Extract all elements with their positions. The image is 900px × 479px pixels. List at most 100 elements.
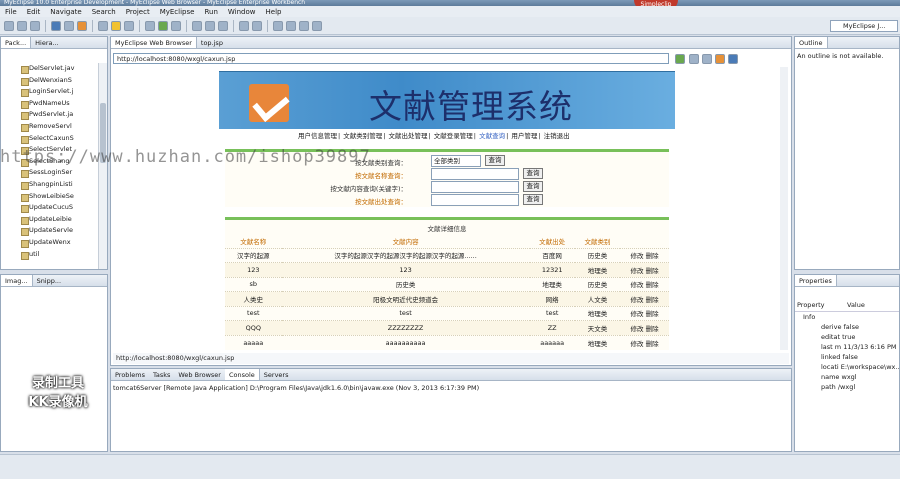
tab-servers[interactable]: Servers — [260, 369, 293, 380]
tree-item[interactable]: UpdateCucuS — [1, 202, 99, 214]
tree-item[interactable]: SelectCaxunS — [1, 133, 99, 145]
tab-hierarchy[interactable]: Hiera... — [31, 37, 63, 48]
perspective-switcher[interactable]: MyEclipse J... — [830, 20, 898, 32]
nav-user-manage[interactable]: 用户管理 — [510, 132, 538, 140]
browser-scrollbar[interactable] — [780, 67, 788, 350]
tab-tasks[interactable]: Tasks — [149, 369, 174, 380]
refresh-icon[interactable] — [728, 53, 738, 64]
tab-console[interactable]: Console — [224, 369, 260, 380]
tab-web-browser[interactable]: MyEclipse Web Browser — [111, 37, 197, 48]
property-row[interactable]: linked false — [795, 352, 899, 362]
tab-properties[interactable]: Properties — [795, 275, 837, 286]
tab-package-explorer[interactable]: Pack... — [1, 37, 32, 48]
search-button[interactable]: 查询 — [523, 194, 543, 205]
package-icon[interactable] — [111, 20, 121, 31]
new-java-project-icon[interactable] — [192, 20, 202, 31]
tree-item-util[interactable]: util — [1, 249, 99, 261]
browser-status-url: http://localhost:8080/wxgl/caxun.jsp — [113, 353, 789, 364]
tree-item[interactable]: DelWenxianS — [1, 75, 99, 87]
tab-web-browser[interactable]: Web Browser — [174, 369, 225, 380]
run-icon[interactable] — [158, 20, 168, 31]
outline-message: An outline is not available. — [797, 52, 884, 60]
name-input[interactable] — [431, 168, 519, 180]
cell-source: 地理类 — [529, 276, 575, 292]
new-icon[interactable] — [4, 20, 14, 31]
nav-source[interactable]: 文献出处管理 — [388, 132, 429, 140]
property-row[interactable]: name wxgl — [795, 372, 899, 382]
tree-item[interactable]: PwdNameUs — [1, 98, 99, 110]
tree-item[interactable]: SessLoginSer — [1, 167, 99, 179]
property-row[interactable]: editat true — [795, 332, 899, 342]
nav-user-info[interactable]: 用户信息管理 — [297, 132, 338, 140]
debug-icon[interactable] — [145, 20, 155, 31]
menu-window[interactable]: Window — [223, 8, 261, 16]
menu-myeclipse[interactable]: MyEclipse — [155, 8, 200, 16]
menu-run[interactable]: Run — [199, 8, 222, 16]
edit-delete-links[interactable]: 修改 删除 — [620, 247, 669, 263]
forward-icon[interactable] — [312, 20, 322, 31]
new-class-icon[interactable] — [218, 20, 228, 31]
tree-item[interactable]: ShowLeibieSe — [1, 191, 99, 203]
external-tools-icon[interactable] — [171, 20, 181, 31]
edit-delete-links[interactable]: 修改 删除 — [620, 276, 669, 292]
tree-item[interactable]: DelServlet.jav — [1, 63, 99, 75]
menu-project[interactable]: Project — [121, 8, 155, 16]
print-icon[interactable] — [30, 20, 40, 31]
source-input[interactable] — [431, 194, 519, 206]
search-button[interactable]: 查询 — [523, 168, 543, 179]
nav-query[interactable]: 文献查询 — [478, 132, 506, 140]
tab-outline[interactable]: Outline — [795, 37, 828, 48]
tree-item[interactable]: UpdateServle — [1, 225, 99, 237]
stop-icon[interactable] — [715, 53, 725, 64]
tree-item[interactable]: ShangpinListi — [1, 179, 99, 191]
browser-icon[interactable] — [77, 20, 87, 31]
url-input[interactable]: http://localhost:8080/wxgl/caxun.jsp — [113, 53, 669, 64]
server-icon[interactable] — [51, 20, 61, 31]
search-icon[interactable] — [252, 20, 262, 31]
tree-item[interactable]: LoginServlet.j — [1, 86, 99, 98]
tree-item[interactable]: UpdateLeibie — [1, 214, 99, 226]
cell-category: 地理类 — [574, 334, 621, 350]
content-input[interactable] — [431, 181, 519, 193]
tab-problems[interactable]: Problems — [111, 369, 149, 380]
property-row[interactable]: last m 11/3/13 6:16 PM — [795, 342, 899, 352]
save-icon[interactable] — [17, 20, 27, 31]
menu-help[interactable]: Help — [261, 8, 287, 16]
nav-register[interactable]: 文献登录管理 — [433, 132, 474, 140]
property-row[interactable]: path /wxgl — [795, 382, 899, 392]
new-package-icon[interactable] — [205, 20, 215, 31]
open-type-icon[interactable] — [239, 20, 249, 31]
edit-delete-links[interactable]: 修改 删除 — [620, 262, 669, 277]
deploy-icon[interactable] — [64, 20, 74, 31]
property-row[interactable]: locati E:\workspace\wx... — [795, 362, 899, 372]
property-row[interactable]: derive false — [795, 322, 899, 332]
nav-logout[interactable]: 注销退出 — [543, 132, 571, 140]
edit-delete-links[interactable]: 修改 删除 — [620, 334, 669, 350]
menu-file[interactable]: File — [0, 8, 22, 16]
back-icon[interactable] — [689, 53, 699, 64]
menu-navigate[interactable]: Navigate — [45, 8, 86, 16]
class-icon[interactable] — [124, 20, 134, 31]
search-button[interactable]: 查询 — [523, 181, 543, 192]
back-icon[interactable] — [299, 20, 309, 31]
perspective-icon[interactable] — [98, 20, 108, 31]
tree-item[interactable]: RemoveServl — [1, 121, 99, 133]
tree-item[interactable]: PwdServlet.ja — [1, 109, 99, 121]
menu-search[interactable]: Search — [87, 8, 121, 16]
menu-edit[interactable]: Edit — [22, 8, 46, 16]
outline-tabs: Outline — [795, 37, 899, 49]
edit-delete-links[interactable]: 修改 删除 — [620, 305, 669, 321]
tab-top-jsp[interactable]: top.jsp — [197, 37, 227, 48]
nav-category[interactable]: 文献类别管理 — [342, 132, 383, 140]
edit-delete-links[interactable]: 修改 删除 — [620, 320, 669, 335]
next-annotation-icon[interactable] — [286, 20, 296, 31]
properties-group-info[interactable]: Info — [795, 312, 899, 322]
tree-item[interactable]: UpdateWenx — [1, 237, 99, 249]
cell-category: 历史类 — [574, 276, 621, 292]
tab-snippets[interactable]: Snipp... — [33, 275, 66, 286]
edit-delete-links[interactable]: 修改 删除 — [620, 291, 669, 306]
prev-annotation-icon[interactable] — [273, 20, 283, 31]
forward-icon[interactable] — [702, 53, 712, 64]
go-icon[interactable] — [675, 53, 685, 64]
tab-image[interactable]: Imag... — [1, 275, 33, 286]
